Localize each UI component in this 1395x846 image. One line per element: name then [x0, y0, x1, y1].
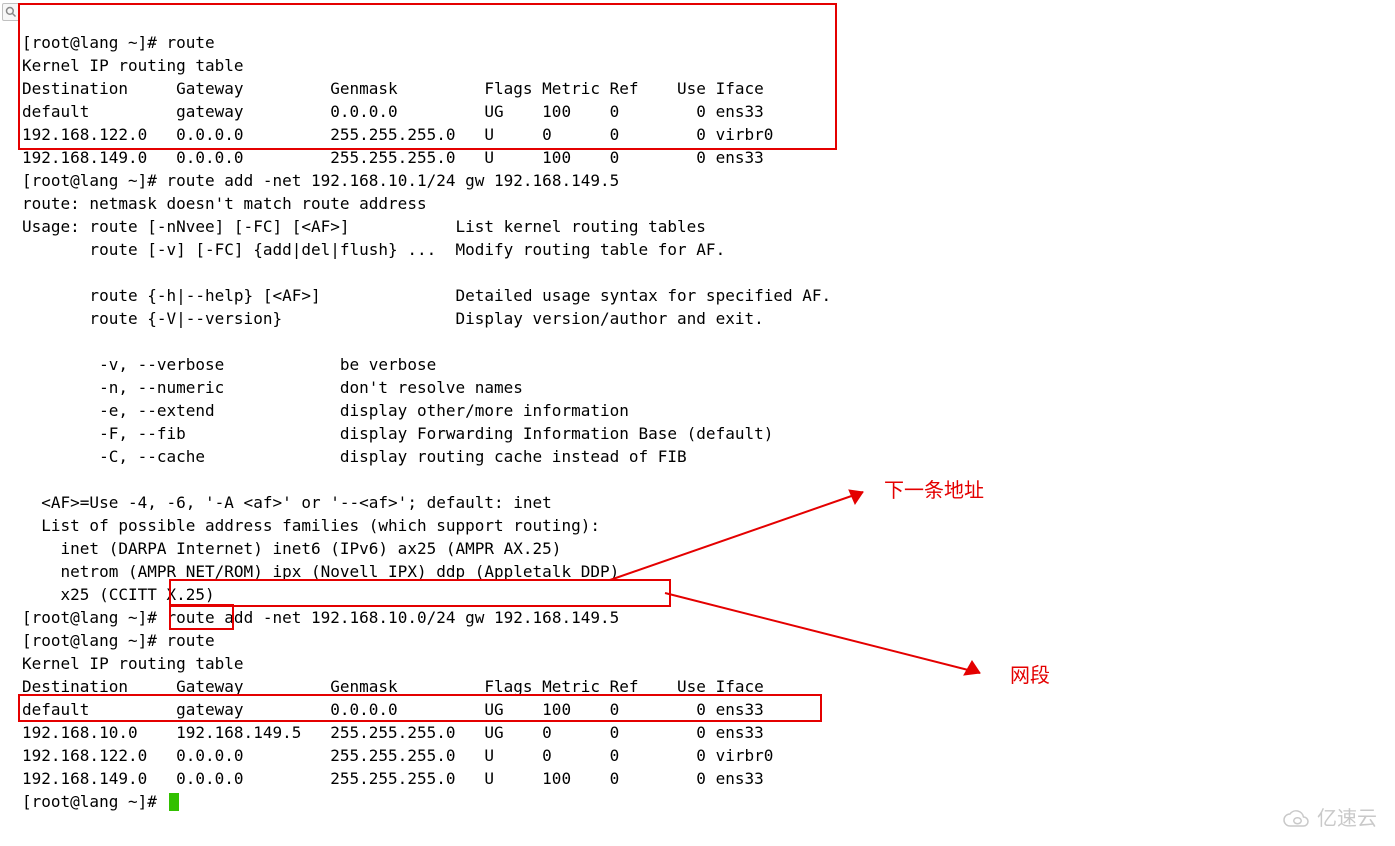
- usage-line: -n, --numeric don't resolve names: [22, 378, 523, 397]
- terminal-output: [root@lang ~]# route Kernel IP routing t…: [22, 8, 831, 813]
- command: route add -net 192.168.10.0/24 gw 192.16…: [167, 608, 620, 627]
- route-row: default gateway 0.0.0.0 UG 100 0 0 ens33: [22, 700, 764, 719]
- route-table-title: Kernel IP routing table: [22, 56, 244, 75]
- usage-line: -v, --verbose be verbose: [22, 355, 436, 374]
- usage-line: -F, --fib display Forwarding Information…: [22, 424, 773, 443]
- prompt: [root@lang ~]#: [22, 631, 167, 650]
- usage-line: route {-h|--help} [<AF>] Detailed usage …: [22, 286, 831, 305]
- usage-line: route [-v] [-FC] {add|del|flush} ... Mod…: [22, 240, 725, 259]
- prompt: [root@lang ~]#: [22, 792, 167, 811]
- label-next-hop: 下一条地址: [884, 480, 984, 503]
- command: route: [167, 631, 215, 650]
- usage-line: inet (DARPA Internet) inet6 (IPv6) ax25 …: [22, 539, 571, 558]
- route-row: default gateway 0.0.0.0 UG 100 0 0 ens33: [22, 102, 764, 121]
- command: route: [167, 33, 215, 52]
- prompt: [root@lang ~]#: [22, 33, 167, 52]
- prompt: [root@lang ~]#: [22, 608, 167, 627]
- route-table-header: Destination Gateway Genmask Flags Metric…: [22, 677, 764, 696]
- route-table-title: Kernel IP routing table: [22, 654, 244, 673]
- usage-line: -C, --cache display routing cache instea…: [22, 447, 687, 466]
- route-row: 192.168.10.0 192.168.149.5 255.255.255.0…: [22, 723, 764, 742]
- route-row: 192.168.149.0 0.0.0.0 255.255.255.0 U 10…: [22, 769, 764, 788]
- usage-line: List of possible address families (which…: [22, 516, 600, 535]
- command: route add -net 192.168.10.1/24 gw 192.16…: [167, 171, 620, 190]
- usage-line: -e, --extend display other/more informat…: [22, 401, 629, 420]
- route-row: 192.168.149.0 0.0.0.0 255.255.255.0 U 10…: [22, 148, 764, 167]
- usage-line: <AF>=Use -4, -6, '-A <af>' or '--<af>'; …: [22, 493, 552, 512]
- error-line: route: netmask doesn't match route addre…: [22, 194, 427, 213]
- usage-line: Usage: route [-nNvee] [-FC] [<AF>] List …: [22, 217, 706, 236]
- prompt: [root@lang ~]#: [22, 171, 167, 190]
- search-icon[interactable]: [2, 3, 20, 21]
- label-net-segment: 网段: [1010, 665, 1050, 688]
- route-table-header: Destination Gateway Genmask Flags Metric…: [22, 79, 764, 98]
- route-row: 192.168.122.0 0.0.0.0 255.255.255.0 U 0 …: [22, 125, 773, 144]
- cloud-icon: [1281, 809, 1311, 831]
- watermark-text: 亿速云: [1317, 808, 1377, 831]
- watermark: 亿速云: [1281, 808, 1377, 831]
- usage-line: netrom (AMPR NET/ROM) ipx (Novell IPX) d…: [22, 562, 629, 581]
- route-row: 192.168.122.0 0.0.0.0 255.255.255.0 U 0 …: [22, 746, 773, 765]
- cursor: [169, 793, 179, 811]
- usage-line: route {-V|--version} Display version/aut…: [22, 309, 764, 328]
- usage-line: x25 (CCITT X.25): [22, 585, 224, 604]
